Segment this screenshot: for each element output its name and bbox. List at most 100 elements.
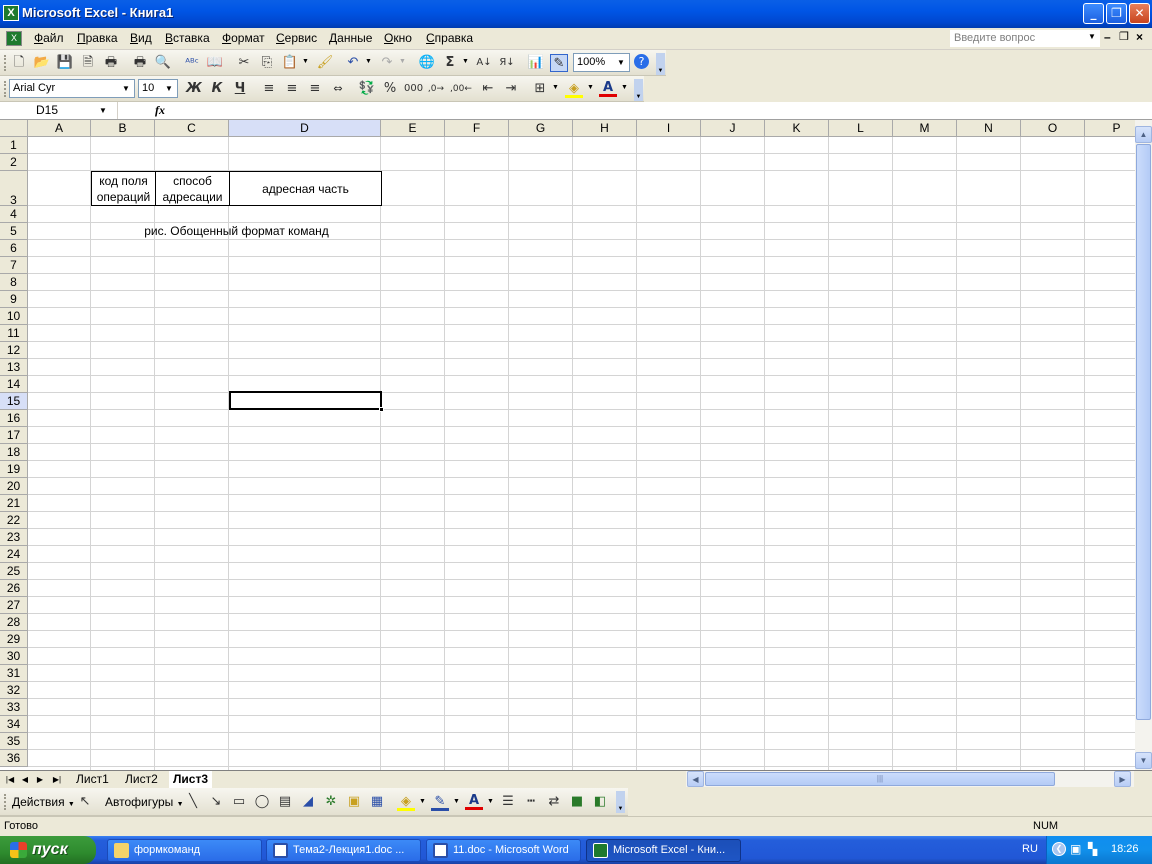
row-header-28[interactable]: 28 bbox=[0, 614, 28, 631]
row-header-31[interactable]: 31 bbox=[0, 665, 28, 682]
row-header-8[interactable]: 8 bbox=[0, 274, 28, 291]
row-header-36[interactable]: 36 bbox=[0, 750, 28, 767]
open-icon[interactable]: 📂 bbox=[33, 54, 51, 72]
column-header-c[interactable]: C bbox=[155, 120, 229, 137]
permission-icon[interactable]: 🗎 bbox=[79, 54, 97, 72]
sort-ascending-icon[interactable]: A↓ bbox=[475, 54, 493, 72]
wordart-icon[interactable]: ◢ bbox=[299, 793, 317, 811]
arrow-style-icon[interactable]: ⇄ bbox=[545, 793, 563, 811]
formula-input[interactable] bbox=[172, 102, 1152, 119]
menu-view[interactable]: Вид bbox=[130, 31, 152, 45]
diagram-icon[interactable]: ✲ bbox=[322, 793, 340, 811]
task-word-2[interactable]: 11.doc - Microsoft Word bbox=[426, 839, 581, 862]
document-icon[interactable]: X bbox=[6, 31, 22, 46]
cell-b5[interactable]: рис. Обощенный формат команд bbox=[92, 223, 381, 240]
column-header-m[interactable]: M bbox=[893, 120, 957, 137]
autosum-icon[interactable]: Σ bbox=[441, 54, 459, 72]
minimize-button[interactable]: _ bbox=[1083, 3, 1104, 24]
align-center-icon[interactable]: ≡ bbox=[283, 80, 301, 98]
help-icon[interactable]: ? bbox=[634, 54, 649, 69]
row-header-5[interactable]: 5 bbox=[0, 223, 28, 240]
font-color-icon[interactable]: A bbox=[599, 79, 617, 97]
vertical-scroll-thumb[interactable] bbox=[1136, 144, 1151, 720]
network-icon[interactable]: ▣ bbox=[1070, 842, 1081, 856]
row-header-17[interactable]: 17 bbox=[0, 427, 28, 444]
row-header-16[interactable]: 16 bbox=[0, 410, 28, 427]
fill-dropdown-icon[interactable]: ▼ bbox=[587, 84, 594, 91]
row-header-35[interactable]: 35 bbox=[0, 733, 28, 750]
print-icon[interactable]: 🖶 bbox=[102, 54, 120, 72]
line-icon[interactable]: ╲ bbox=[184, 793, 202, 811]
menu-window[interactable]: Окно bbox=[384, 31, 412, 45]
copy-icon[interactable]: ⎘ bbox=[258, 54, 276, 72]
menu-edit[interactable]: Правка bbox=[77, 31, 118, 45]
column-header-n[interactable]: N bbox=[957, 120, 1021, 137]
print-preview-icon[interactable]: 🔍 bbox=[154, 54, 172, 72]
column-header-l[interactable]: L bbox=[829, 120, 893, 137]
fill-dropdown-icon[interactable]: ▼ bbox=[419, 798, 426, 805]
rectangle-icon[interactable]: ▭ bbox=[230, 793, 248, 811]
scroll-down-icon[interactable]: ▼ bbox=[1135, 752, 1152, 769]
comma-style-icon[interactable]: 000 bbox=[404, 80, 423, 98]
autosum-dropdown-icon[interactable]: ▼ bbox=[462, 58, 469, 65]
dash-style-icon[interactable]: ┅ bbox=[522, 793, 540, 811]
column-header-i[interactable]: I bbox=[637, 120, 701, 137]
align-left-icon[interactable]: ≡ bbox=[260, 80, 278, 98]
horizontal-scroll-thumb[interactable]: ||| bbox=[705, 772, 1055, 786]
toolbar-grip[interactable] bbox=[4, 81, 7, 97]
row-header-24[interactable]: 24 bbox=[0, 546, 28, 563]
sheet-tab-2[interactable]: Лист2 bbox=[121, 771, 162, 788]
scroll-up-icon[interactable]: ▲ bbox=[1135, 126, 1152, 143]
row-header-33[interactable]: 33 bbox=[0, 699, 28, 716]
menu-insert[interactable]: Вставка bbox=[165, 31, 210, 45]
decrease-indent-icon[interactable]: ⇤ bbox=[479, 80, 497, 98]
prev-sheet-icon[interactable]: ◀ bbox=[18, 773, 32, 786]
column-header-a[interactable]: A bbox=[28, 120, 91, 137]
borders-icon[interactable]: ⊞ bbox=[531, 80, 549, 98]
zoom-select[interactable]: 100% ▼ bbox=[573, 53, 630, 72]
close-button[interactable]: ✕ bbox=[1129, 3, 1150, 24]
ask-question-input[interactable]: Введите вопрос bbox=[950, 30, 1100, 47]
horizontal-scrollbar[interactable]: ◀ ||| ▶ bbox=[686, 771, 1134, 787]
increase-decimal-icon[interactable]: ,0→ bbox=[427, 80, 445, 98]
percent-icon[interactable]: % bbox=[381, 80, 399, 98]
font-size-select[interactable]: 10 ▼ bbox=[138, 79, 178, 98]
scroll-left-icon[interactable]: ◀ bbox=[687, 771, 704, 787]
shadow-style-icon[interactable]: ■ bbox=[568, 793, 586, 811]
sheet-tab-3[interactable]: Лист3 bbox=[169, 771, 213, 788]
redo-dropdown-icon[interactable]: ▼ bbox=[399, 58, 406, 65]
column-header-k[interactable]: K bbox=[765, 120, 829, 137]
redo-icon[interactable]: ↷ bbox=[378, 54, 396, 72]
column-header-b[interactable]: B bbox=[91, 120, 155, 137]
fill-color-icon[interactable]: ◈ bbox=[397, 793, 415, 811]
toolbar-options-icon[interactable]: ▼ bbox=[616, 791, 625, 813]
row-header-18[interactable]: 18 bbox=[0, 444, 28, 461]
task-word-1[interactable]: Тема2-Лекция1.doc ... bbox=[266, 839, 421, 862]
textbox-icon[interactable]: ▤ bbox=[276, 793, 294, 811]
row-header-15[interactable]: 15 bbox=[0, 393, 28, 410]
bold-button[interactable]: Ж bbox=[185, 80, 203, 98]
borders-dropdown-icon[interactable]: ▼ bbox=[552, 84, 559, 91]
chart-wizard-icon[interactable]: 📊 bbox=[527, 54, 545, 72]
row-header-12[interactable]: 12 bbox=[0, 342, 28, 359]
column-header-f[interactable]: F bbox=[445, 120, 509, 137]
line-color-dropdown-icon[interactable]: ▼ bbox=[453, 798, 460, 805]
fill-handle[interactable] bbox=[379, 407, 384, 412]
next-sheet-icon[interactable]: ▶ bbox=[33, 773, 47, 786]
toolbar-options-icon[interactable]: ▼ bbox=[634, 79, 643, 101]
row-header-6[interactable]: 6 bbox=[0, 240, 28, 257]
task-excel[interactable]: Microsoft Excel - Кни... bbox=[586, 839, 741, 862]
task-folder[interactable]: формкоманд bbox=[107, 839, 262, 862]
paste-dropdown-icon[interactable]: ▼ bbox=[302, 58, 309, 65]
3d-style-icon[interactable]: ◧ bbox=[591, 793, 609, 811]
picture-icon[interactable]: ▦ bbox=[368, 793, 386, 811]
undo-icon[interactable]: ↶ bbox=[344, 54, 362, 72]
row-header-13[interactable]: 13 bbox=[0, 359, 28, 376]
paste-icon[interactable]: 📋 bbox=[281, 54, 299, 72]
sheet-tab-1[interactable]: Лист1 bbox=[72, 771, 113, 788]
column-header-d[interactable]: D bbox=[229, 120, 381, 137]
line-style-icon[interactable]: ☰ bbox=[499, 793, 517, 811]
tray-expand-icon[interactable]: ❮ bbox=[1052, 842, 1066, 856]
row-header-27[interactable]: 27 bbox=[0, 597, 28, 614]
last-sheet-icon[interactable]: ▶| bbox=[50, 773, 64, 786]
